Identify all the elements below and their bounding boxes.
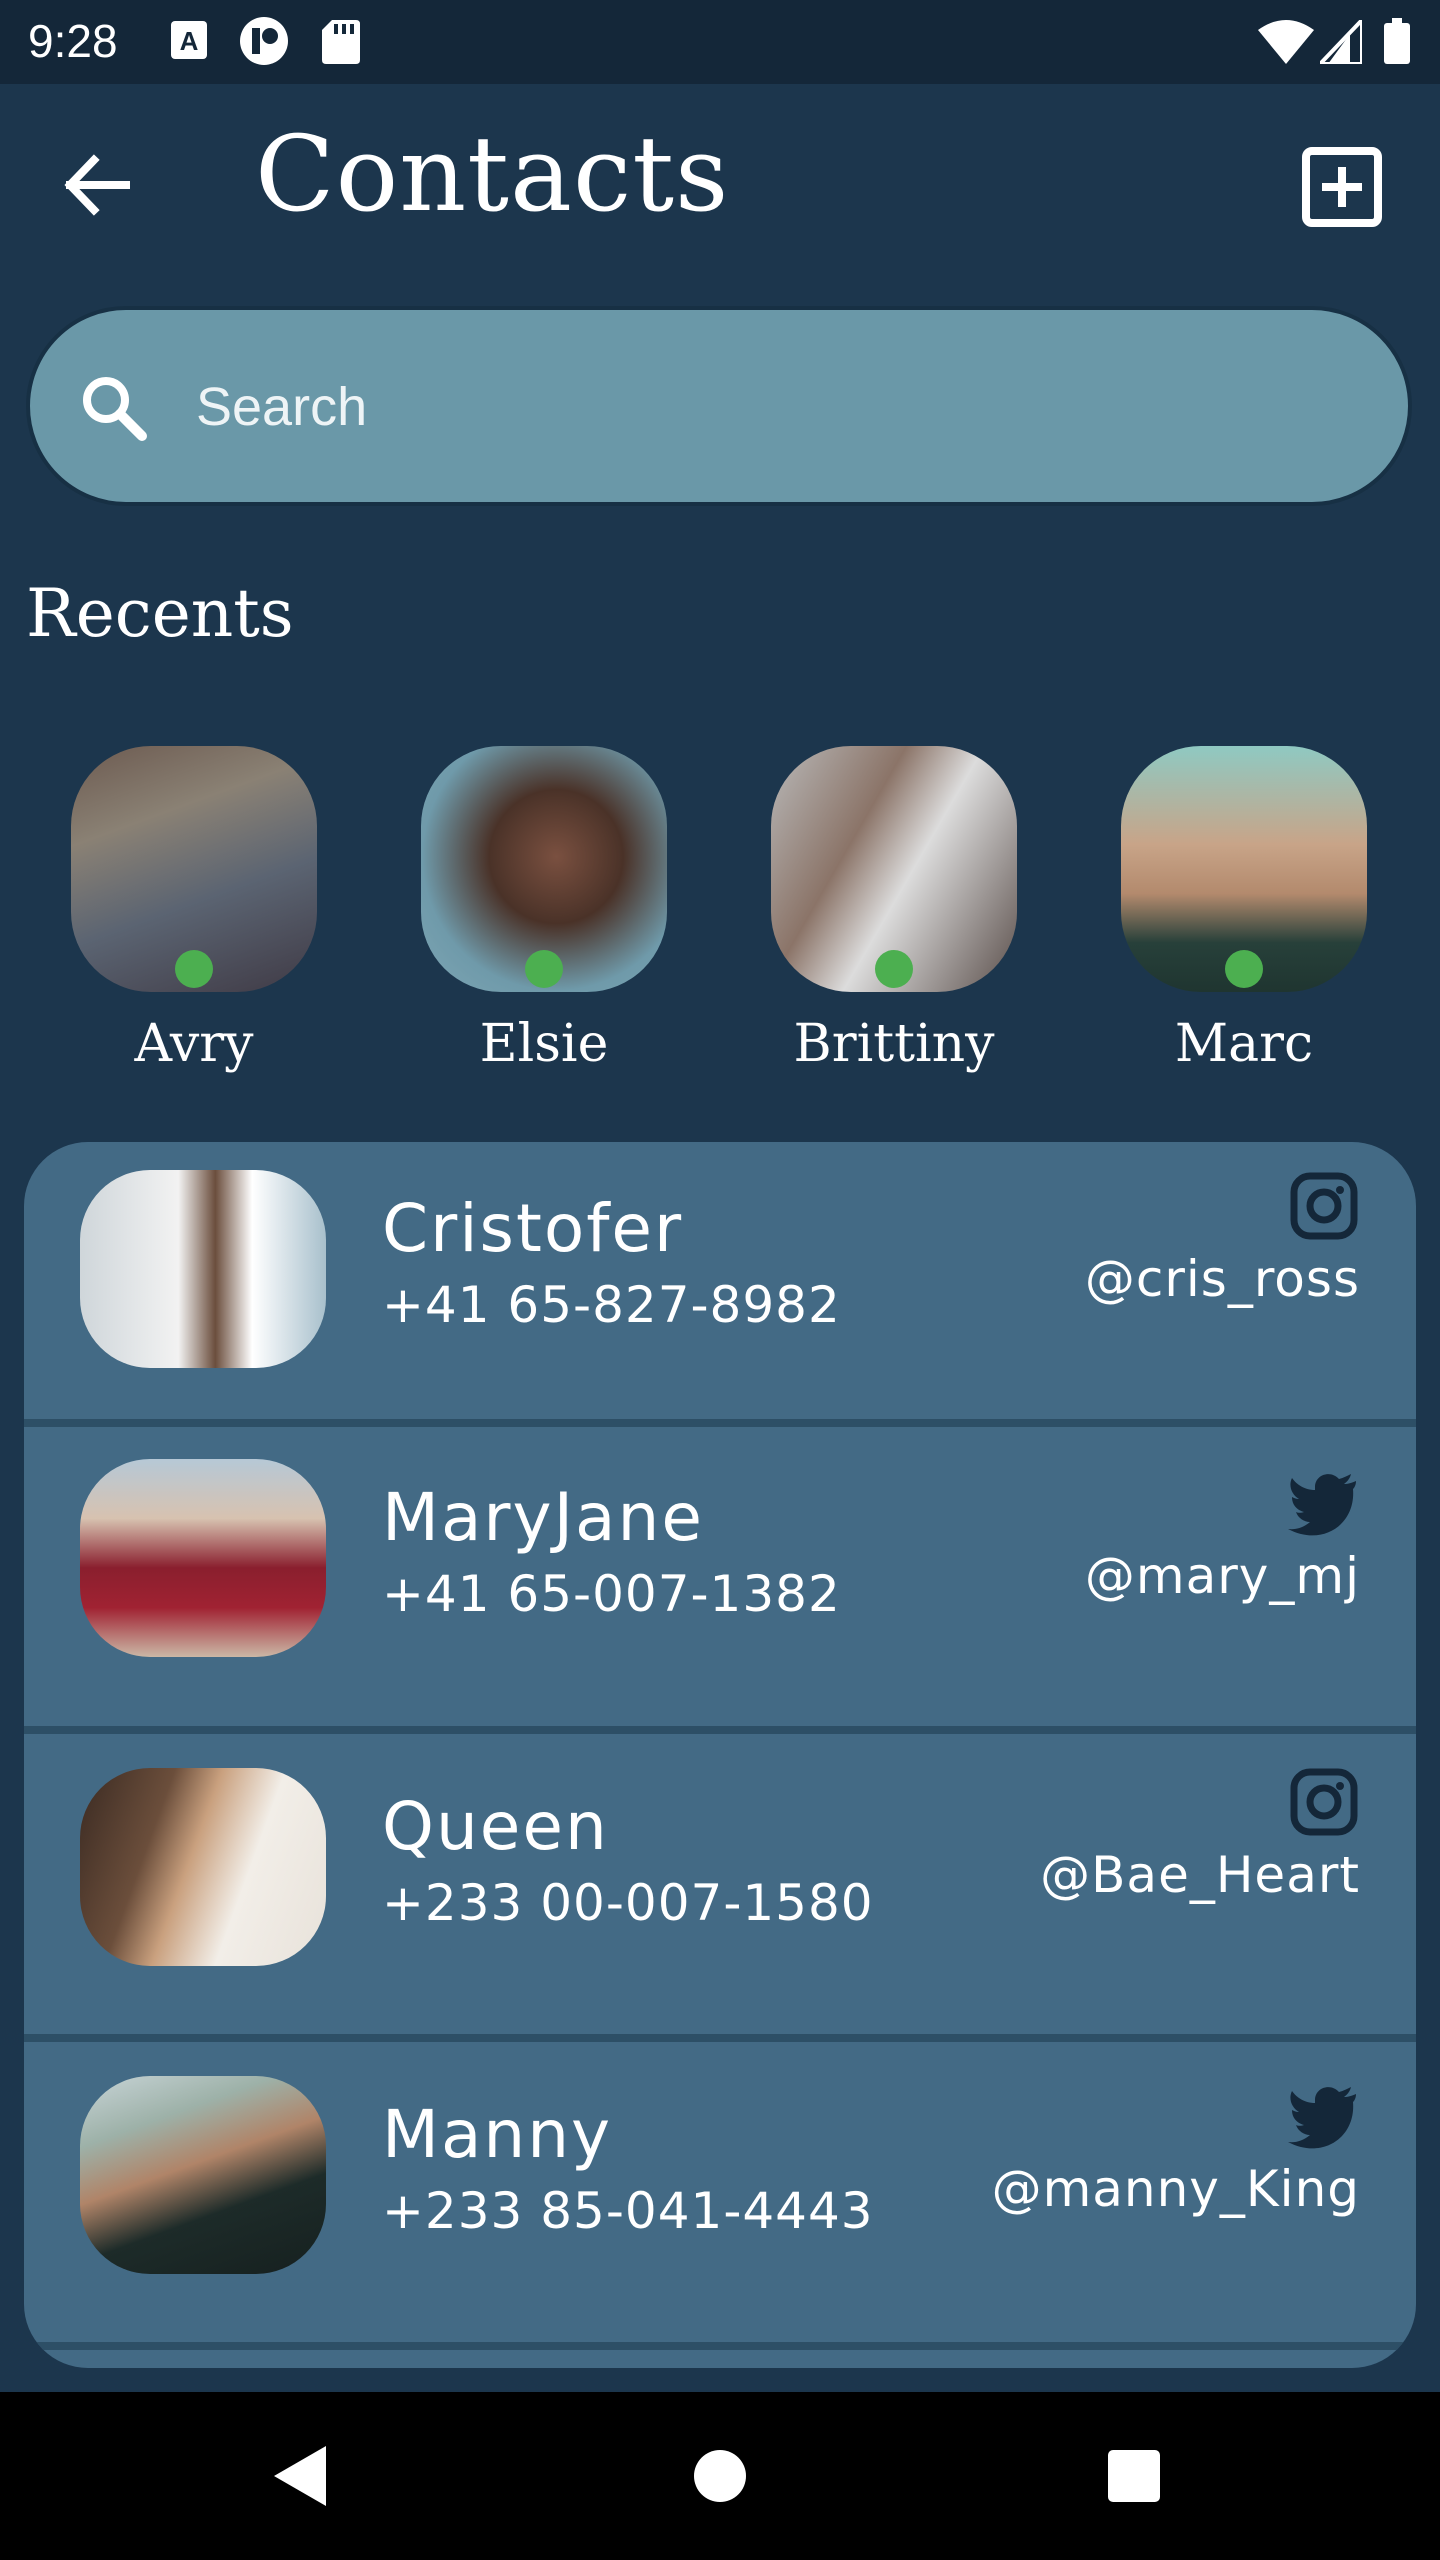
social-link[interactable]: @Bae_Heart [940,1766,1360,1904]
sd-card-icon [322,20,360,64]
nav-back-button[interactable] [260,2436,340,2516]
avatar [80,2076,326,2274]
page-title: Contacts [255,113,730,235]
recent-contact-avry[interactable]: Avry [44,746,344,1074]
battery-icon [1384,18,1410,64]
contacts-screen: 9:28 A Contacts Search Recents Avry Elsi… [0,0,1440,2560]
recents-square-icon [1108,2450,1160,2502]
contact-phone: +41 65-007-1382 [382,1565,841,1623]
contact-name: Queen [382,1788,609,1865]
list-item[interactable]: Queen +233 00-007-1580 @Bae_Heart [24,1734,1416,2034]
list-item[interactable]: Cristofer +41 65-827-8982 @cris_ross [24,1142,1416,1442]
home-circle-icon [694,2450,746,2502]
social-handle: @mary_mj [1084,1547,1360,1605]
contact-name: Manny [382,2096,613,2173]
recent-contact-elsie[interactable]: Elsie [394,746,694,1074]
divider [24,2342,1416,2350]
avatar [421,746,667,992]
instagram-icon [1290,1768,1358,1836]
status-time: 9:28 [28,15,118,67]
svg-text:A: A [180,26,199,56]
add-box-icon [1302,147,1382,227]
instagram-icon [1290,1172,1358,1240]
social-link[interactable]: @cris_ross [940,1170,1360,1308]
online-indicator [175,950,213,988]
nav-recents-button[interactable] [1094,2436,1174,2516]
recent-contact-brittiny[interactable]: Brittiny [744,746,1044,1074]
social-link[interactable]: @manny_King [940,2080,1360,2218]
online-indicator [525,950,563,988]
social-link[interactable]: @mary_mj [940,1467,1360,1605]
contact-phone: +233 85-041-4443 [382,2182,874,2240]
search-bar[interactable] [26,306,1412,506]
back-triangle-icon [274,2446,326,2506]
back-button[interactable] [52,140,142,230]
recent-name: Elsie [479,1014,609,1074]
online-indicator [1225,950,1263,988]
contact-phone: +233 00-007-1580 [382,1874,874,1932]
avatar [80,1459,326,1657]
avatar [1121,746,1367,992]
divider [24,2034,1416,2042]
avatar [771,746,1017,992]
social-handle: @manny_King [991,2160,1360,2218]
contacts-list: Cristofer +41 65-827-8982 @cris_ross Mar… [24,1142,1416,2368]
wifi-icon [1258,20,1314,64]
recent-name: Avry [134,1014,254,1074]
twitter-icon [1288,1474,1356,1536]
contact-name: Cristofer [382,1190,684,1267]
signal-icon [1320,20,1362,64]
social-handle: @cris_ross [1084,1250,1360,1308]
recents-title: Recents [26,575,294,652]
avatar [80,1768,326,1966]
arrow-back-icon [64,154,130,216]
vpn-icon [240,17,288,65]
list-item[interactable]: Manny +233 85-041-4443 @manny_King [24,2042,1416,2342]
divider [24,1419,1416,1427]
recent-name: Brittiny [793,1014,995,1074]
add-contact-button[interactable] [1300,145,1384,229]
contact-phone: +41 65-827-8982 [382,1276,841,1334]
recent-contact-marc[interactable]: Marc [1094,746,1394,1074]
social-handle: @Bae_Heart [1040,1846,1360,1904]
avatar [71,746,317,992]
search-icon [83,377,147,441]
a-icon: A [171,21,207,59]
contact-name: MaryJane [382,1479,704,1556]
divider [24,1726,1416,1734]
navigation-bar [0,2392,1440,2560]
nav-home-button[interactable] [680,2436,760,2516]
online-indicator [875,950,913,988]
search-input[interactable] [194,360,1298,454]
twitter-icon [1288,2087,1356,2149]
status-bar: 9:28 A [0,0,1440,84]
avatar [80,1170,326,1368]
list-item[interactable]: MaryJane +41 65-007-1382 @mary_mj [24,1427,1416,1727]
recent-name: Marc [1174,1014,1314,1074]
